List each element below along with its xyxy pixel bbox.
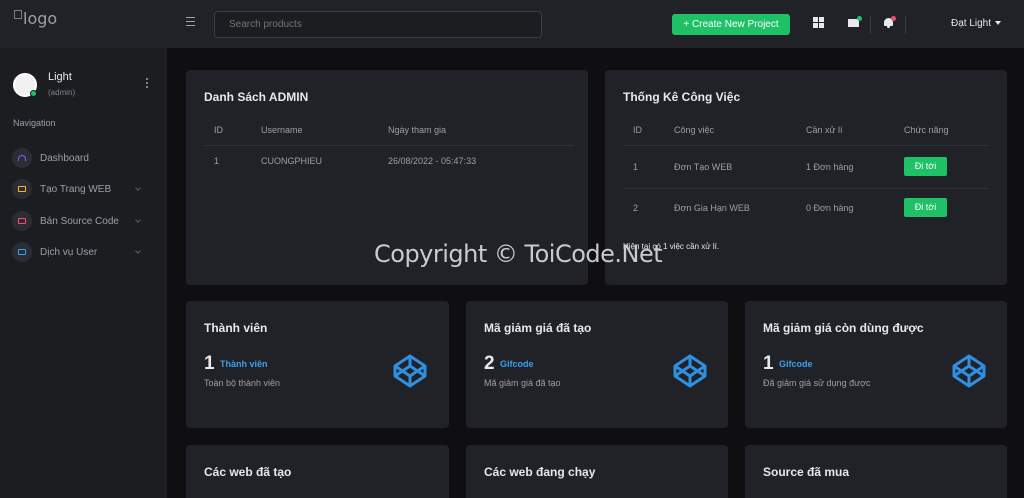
card-title: Source đã mua [763, 465, 850, 479]
online-status-dot [30, 90, 37, 97]
notification-bell-icon[interactable] [883, 16, 896, 28]
user-menu-label: Đạt Light [951, 18, 992, 29]
table-cell: Đơn Gia Hạn WEB [674, 203, 750, 213]
column-header: ID [214, 125, 223, 135]
stat-card-members: Thành viên 1 Thành viên Toàn bộ thành vi… [186, 301, 449, 428]
stat-number: 1 [763, 353, 774, 374]
sidebar-user-role: (admin) [48, 88, 76, 97]
sidebar-user-name: Light [48, 71, 72, 83]
card-title: Các web đang chạy [484, 465, 596, 479]
more-options-icon[interactable] [146, 78, 149, 90]
user-menu[interactable]: Đạt Light [951, 18, 1002, 29]
column-header: Cần xử lí [806, 125, 843, 135]
table-cell: 1 [214, 156, 220, 166]
caret-down-icon [995, 21, 1002, 26]
codepen-cube-icon [673, 354, 707, 388]
search-input[interactable] [214, 11, 542, 38]
stat-number: 2 [484, 353, 495, 374]
stat-tag: Gifcode [779, 359, 813, 369]
logo[interactable]: logo [14, 9, 57, 28]
divider [623, 145, 989, 146]
dashboard-icon [12, 148, 32, 168]
hamburger-menu-icon[interactable] [186, 17, 195, 26]
card-title: Mã giảm giá còn dùng được [763, 321, 924, 335]
card-title: Mã giảm giá đã tạo [484, 321, 592, 335]
tasks-table: ID Công việc Cần xử lí Chức năng 1 Đơn T… [623, 125, 989, 235]
column-header: Công việc [674, 125, 715, 135]
task-stats-card: Thống Kê Công Việc ID Công việc Cần xử l… [605, 70, 1007, 285]
column-header: Chức năng [904, 125, 949, 135]
table-cell: 1 Đơn hàng [806, 162, 854, 172]
sidebar-item-create-web[interactable]: Tạo Trang WEB [12, 179, 152, 201]
stat-card-purchased-source: Source đã mua [745, 445, 1007, 498]
table-cell: 26/08/2022 - 05:47:33 [388, 156, 477, 166]
go-to-button[interactable]: Đi tới [904, 157, 947, 176]
stat-description: Đã giảm giá sử dụng được [763, 378, 871, 388]
divider [204, 145, 574, 146]
card-title: Thống Kê Công Việc [623, 90, 741, 104]
sidebar-item-label: Dịch vụ User [40, 247, 98, 258]
stat-card-created-webs: Các web đã tạo [186, 445, 449, 498]
admin-table: ID Username Ngày tham gia 1 CUONGPHIEU 2… [204, 125, 574, 185]
apps-grid-icon[interactable] [813, 17, 825, 29]
card-title: Thành viên [204, 321, 268, 335]
codepen-cube-icon [952, 354, 986, 388]
chevron-down-icon [135, 248, 141, 254]
sidebar-item-label: Tạo Trang WEB [40, 184, 112, 195]
monitor-icon [12, 242, 32, 262]
sidebar-item-user-services[interactable]: Dịch vụ User [12, 242, 152, 264]
stat-description: Mã giảm giá đã tạo [484, 378, 561, 388]
table-cell: CUONGPHIEU [261, 156, 323, 166]
table-cell: 1 [633, 162, 639, 172]
column-header: ID [633, 125, 642, 135]
card-title: Danh Sách ADMIN [204, 90, 309, 104]
go-to-button[interactable]: Đi tới [904, 198, 947, 217]
stat-card-created-giftcodes: Mã giảm giá đã tạo 2 Gifcode Mã giảm giá… [466, 301, 728, 428]
copyright-watermark: Copyright © ToiCode.Net [374, 240, 663, 268]
mail-icon[interactable] [848, 16, 862, 29]
table-cell: Đơn Tạo WEB [674, 162, 733, 172]
sidebar-item-dashboard[interactable]: Dashboard [12, 148, 152, 170]
divider [870, 16, 871, 34]
monitor-icon [12, 179, 32, 199]
sidebar [0, 48, 167, 498]
create-new-project-button[interactable]: + Create New Project [672, 14, 790, 35]
logo-alt-text: logo [23, 9, 58, 28]
stat-tag: Thành viên [220, 359, 268, 369]
stat-card-running-webs: Các web đang chạy [466, 445, 728, 498]
sidebar-item-label: Bán Source Code [40, 216, 119, 227]
stat-number: 1 [204, 353, 215, 374]
sidebar-item-label: Dashboard [40, 153, 89, 164]
card-title: Các web đã tạo [204, 465, 292, 479]
sidebar-item-sell-source[interactable]: Bán Source Code [12, 211, 152, 233]
top-bar: logo + Create New Project Đạt Light [0, 0, 1024, 48]
divider [623, 188, 989, 189]
codepen-cube-icon [393, 354, 427, 388]
stat-card-usable-giftcodes: Mã giảm giá còn dùng được 1 Gifcode Đã g… [745, 301, 1007, 428]
monitor-icon [12, 211, 32, 231]
divider [905, 16, 906, 34]
table-cell: 0 Đơn hàng [806, 203, 854, 213]
column-header: Username [261, 125, 303, 135]
broken-image-icon [14, 10, 22, 19]
stat-tag: Gifcode [500, 359, 534, 369]
table-cell: 2 [633, 203, 639, 213]
chevron-down-icon [135, 185, 141, 191]
stat-description: Toàn bộ thành viên [204, 378, 281, 388]
nav-heading: Navigation [13, 118, 56, 128]
column-header: Ngày tham gia [388, 125, 447, 135]
chevron-down-icon [135, 217, 141, 223]
